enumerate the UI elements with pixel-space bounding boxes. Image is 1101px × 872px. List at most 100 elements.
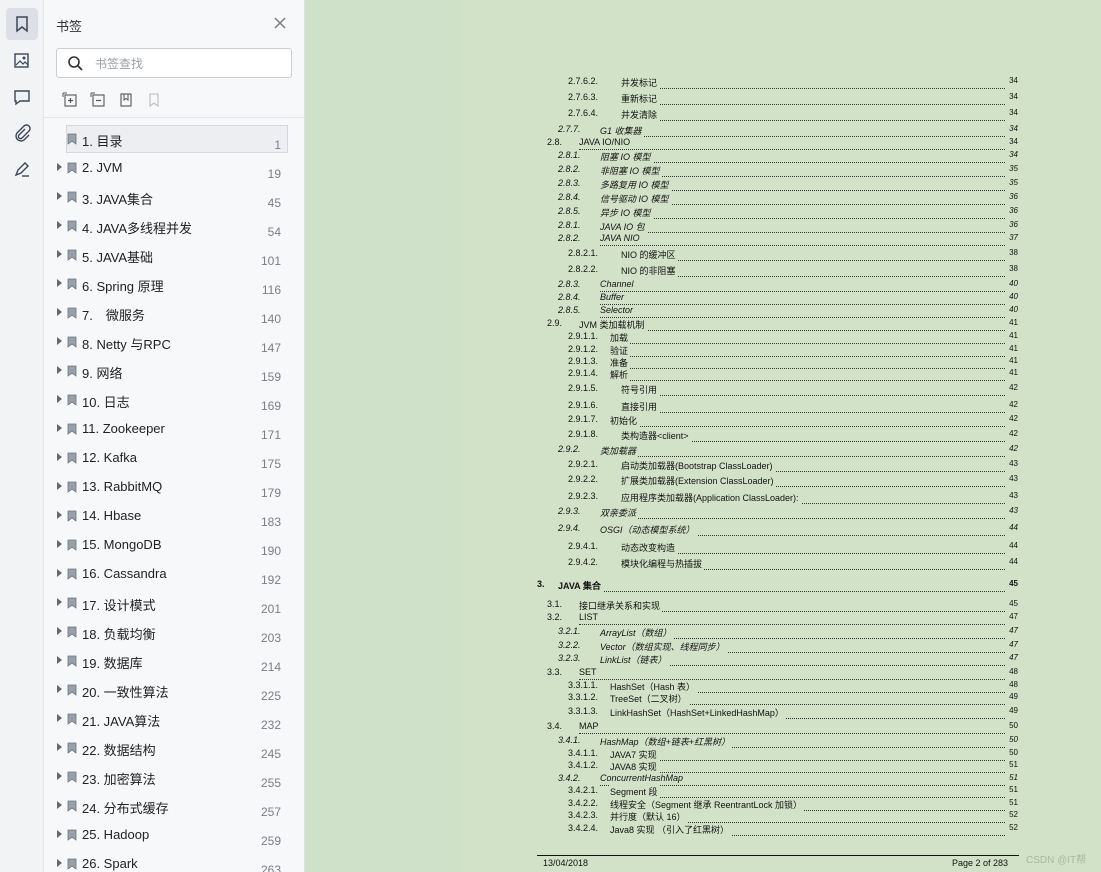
expand-arrow-icon[interactable] bbox=[57, 192, 62, 200]
toc-entry[interactable]: 3.4.2.3. 并行度（默认 16） 52 bbox=[460, 810, 1020, 823]
toc-entry[interactable]: 3.4.2. ConcurrentHashMap 51 bbox=[460, 773, 1020, 786]
bookmark-item[interactable]: 5. JAVA基础 101 bbox=[44, 240, 292, 269]
bookmark-item[interactable]: 3. JAVA集合 45 bbox=[44, 182, 292, 211]
toc-entry[interactable]: 2.8.3. Channel 40 bbox=[460, 279, 1020, 292]
bookmark-item[interactable]: 20. 一致性算法 225 bbox=[44, 675, 292, 704]
collapse-all-icon[interactable] bbox=[90, 92, 106, 108]
toc-entry[interactable]: 2.9.1.6. 直接引用 42 bbox=[460, 400, 1020, 413]
expand-arrow-icon[interactable] bbox=[57, 598, 62, 606]
toc-entry[interactable]: 2.8.1. JAVA IO 包 36 bbox=[460, 220, 1020, 233]
toc-entry[interactable]: 2.8.2. JAVA NIO 37 bbox=[460, 233, 1020, 246]
expand-arrow-icon[interactable] bbox=[57, 772, 62, 780]
bookmark-item[interactable]: 19. 数据库 214 bbox=[44, 646, 292, 675]
bookmark-item[interactable]: 2. JVM 19 bbox=[44, 153, 292, 182]
toc-entry[interactable]: 2.7.7. G1 收集器 34 bbox=[460, 124, 1020, 137]
toc-entry[interactable]: 3.4.1.2. JAVA8 实现 51 bbox=[460, 760, 1020, 773]
bookmark-item[interactable]: 24. 分布式缓存 257 bbox=[44, 791, 292, 820]
bookmark-item[interactable]: 26. Spark 263 bbox=[44, 849, 292, 872]
toc-entry[interactable]: 3.2. LIST 47 bbox=[460, 612, 1020, 625]
toc-entry[interactable]: 3.3.1.3. LinkHashSet（HashSet+LinkedHashMa… bbox=[460, 706, 1020, 719]
toc-entry[interactable]: 2.9.3. 双亲委派 43 bbox=[460, 506, 1020, 519]
comment-panel-button[interactable] bbox=[6, 81, 38, 113]
expand-arrow-icon[interactable] bbox=[57, 279, 62, 287]
expand-all-icon[interactable] bbox=[62, 92, 78, 108]
toc-entry[interactable]: 3.4. MAP 50 bbox=[460, 721, 1020, 734]
remove-bookmark-icon[interactable] bbox=[146, 92, 162, 108]
toc-entry[interactable]: 2.8.2.2. NIO 的非阻塞 38 bbox=[460, 264, 1020, 277]
bookmark-item[interactable]: 17. 设计模式 201 bbox=[44, 588, 292, 617]
expand-arrow-icon[interactable] bbox=[57, 424, 62, 432]
expand-arrow-icon[interactable] bbox=[57, 482, 62, 490]
toc-entry[interactable]: 3. JAVA 集合 45 bbox=[460, 579, 1020, 592]
toc-entry[interactable]: 3.3.1.1. HashSet（Hash 表） 48 bbox=[460, 680, 1020, 693]
toc-entry[interactable]: 2.9.1.1. 加载 41 bbox=[460, 331, 1020, 344]
toc-entry[interactable]: 2.9.2. 类加载器 42 bbox=[460, 444, 1020, 457]
expand-arrow-icon[interactable] bbox=[57, 395, 62, 403]
toc-entry[interactable]: 2.8.2.1. NIO 的缓冲区 38 bbox=[460, 248, 1020, 261]
expand-arrow-icon[interactable] bbox=[57, 366, 62, 374]
expand-arrow-icon[interactable] bbox=[57, 830, 62, 838]
bookmark-item[interactable]: 9. 网络 159 bbox=[44, 356, 292, 385]
attachment-panel-button[interactable] bbox=[6, 117, 38, 149]
expand-arrow-icon[interactable] bbox=[57, 540, 62, 548]
expand-arrow-icon[interactable] bbox=[57, 453, 62, 461]
signature-panel-button[interactable] bbox=[6, 153, 38, 185]
toc-entry[interactable]: 2.7.6.3. 重新标记 34 bbox=[460, 92, 1020, 105]
toc-entry[interactable]: 2.8. JAVA IO/NIO 34 bbox=[460, 137, 1020, 150]
toc-entry[interactable]: 2.8.2. 非阻塞 IO 模型 35 bbox=[460, 164, 1020, 177]
expand-arrow-icon[interactable] bbox=[57, 221, 62, 229]
toc-entry[interactable]: 3.4.2.2. 线程安全（Segment 继承 ReentrantLock 加锁… bbox=[460, 798, 1020, 811]
expand-arrow-icon[interactable] bbox=[57, 743, 62, 751]
bookmark-item[interactable]: 8. Netty 与RPC 147 bbox=[44, 327, 292, 356]
expand-arrow-icon[interactable] bbox=[57, 685, 62, 693]
bookmark-item[interactable]: 6. Spring 原理 116 bbox=[44, 269, 292, 298]
toc-entry[interactable]: 2.9.2.1. 启动类加载器(Bootstrap ClassLoader) 43 bbox=[460, 459, 1020, 472]
toc-entry[interactable]: 2.9.4.2. 模块化编程与热插拔 44 bbox=[460, 557, 1020, 570]
toc-entry[interactable]: 3.2.1. ArrayList（数组） 47 bbox=[460, 626, 1020, 639]
toc-entry[interactable]: 2.8.3. 多路复用 IO 模型 35 bbox=[460, 178, 1020, 191]
toc-entry[interactable]: 2.8.5. 异步 IO 模型 36 bbox=[460, 206, 1020, 219]
expand-arrow-icon[interactable] bbox=[57, 250, 62, 258]
toc-entry[interactable]: 3.3.1.2. TreeSet（二叉树） 49 bbox=[460, 692, 1020, 705]
toc-entry[interactable]: 2.8.5. Selector 40 bbox=[460, 305, 1020, 318]
bookmark-item[interactable]: 1. 目录 1 bbox=[44, 124, 292, 153]
bookmark-item[interactable]: 10. 日志 169 bbox=[44, 385, 292, 414]
toc-entry[interactable]: 3.1. 接口继承关系和实现 45 bbox=[460, 599, 1020, 612]
bookmark-item[interactable]: 18. 负载均衡 203 bbox=[44, 617, 292, 646]
bookmark-item[interactable]: 23. 加密算法 255 bbox=[44, 762, 292, 791]
bookmark-item[interactable]: 12. Kafka 175 bbox=[44, 443, 292, 472]
toc-entry[interactable]: 2.9.1.8. 类构造器<client> 42 bbox=[460, 429, 1020, 442]
expand-arrow-icon[interactable] bbox=[57, 859, 62, 867]
toc-entry[interactable]: 3.2.3. LinkList（链表） 47 bbox=[460, 653, 1020, 666]
bookmark-item[interactable]: 15. MongoDB 190 bbox=[44, 530, 292, 559]
close-icon[interactable] bbox=[272, 15, 288, 31]
toc-entry[interactable]: 2.9.1.4. 解析 41 bbox=[460, 368, 1020, 381]
expand-arrow-icon[interactable] bbox=[57, 801, 62, 809]
toc-entry[interactable]: 2.8.4. Buffer 40 bbox=[460, 292, 1020, 305]
toc-entry[interactable]: 3.3. SET 48 bbox=[460, 667, 1020, 680]
toc-entry[interactable]: 2.9.1.7. 初始化 42 bbox=[460, 414, 1020, 427]
add-bookmark-icon[interactable] bbox=[118, 92, 134, 108]
thumbnail-panel-button[interactable] bbox=[6, 45, 38, 77]
toc-entry[interactable]: 3.4.1.1. JAVA7 实现 50 bbox=[460, 748, 1020, 761]
expand-arrow-icon[interactable] bbox=[57, 569, 62, 577]
toc-entry[interactable]: 3.2.2. Vector（数组实现、线程同步） 47 bbox=[460, 640, 1020, 653]
toc-entry[interactable]: 2.8.1. 阻塞 IO 模型 34 bbox=[460, 150, 1020, 163]
bookmark-panel-button[interactable] bbox=[6, 8, 38, 40]
toc-entry[interactable]: 2.9.1.2. 验证 41 bbox=[460, 344, 1020, 357]
expand-arrow-icon[interactable] bbox=[57, 656, 62, 664]
toc-entry[interactable]: 2.7.6.2. 并发标记 34 bbox=[460, 76, 1020, 89]
expand-arrow-icon[interactable] bbox=[57, 511, 62, 519]
bookmark-item[interactable]: 14. Hbase 183 bbox=[44, 501, 292, 530]
toc-entry[interactable]: 2.9.1.3. 准备 41 bbox=[460, 356, 1020, 369]
toc-entry[interactable]: 2.9.1.5. 符号引用 42 bbox=[460, 383, 1020, 396]
expand-arrow-icon[interactable] bbox=[57, 163, 62, 171]
toc-entry[interactable]: 2.9.4.1. 动态改变构造 44 bbox=[460, 541, 1020, 554]
bookmark-item[interactable]: 22. 数据结构 245 bbox=[44, 733, 292, 762]
toc-entry[interactable]: 3.4.2.1. Segment 段 51 bbox=[460, 785, 1020, 798]
bookmark-item[interactable]: 21. JAVA算法 232 bbox=[44, 704, 292, 733]
bookmark-item[interactable]: 13. RabbitMQ 179 bbox=[44, 472, 292, 501]
toc-entry[interactable]: 3.4.2.4. Java8 实现 （引入了红黑树） 52 bbox=[460, 823, 1020, 836]
bookmark-item[interactable]: 4. JAVA多线程并发 54 bbox=[44, 211, 292, 240]
bookmark-item[interactable]: 25. Hadoop 259 bbox=[44, 820, 292, 849]
